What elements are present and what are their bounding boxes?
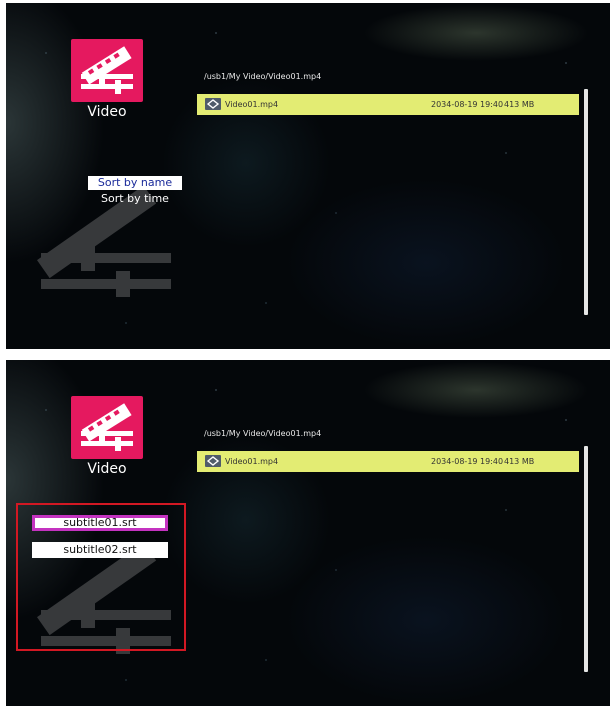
file-row-selected[interactable]: Video01.mp4 2034-08-19 19:40 413 MB [197,451,579,472]
film-reel-icon [81,403,133,451]
file-list-scrollbar[interactable] [584,446,588,672]
file-video-icon [205,455,221,467]
media-browser-screen-sort: Video /usb1/My Video/Video01.mp4 Video01… [6,3,610,349]
file-size: 413 MB [504,100,535,109]
file-name: Video01.mp4 [225,100,279,109]
file-size: 413 MB [504,457,535,466]
file-row-selected[interactable]: Video01.mp4 2034-08-19 19:40 413 MB [197,94,579,115]
video-category-icon[interactable] [71,396,143,459]
category-label: Video [87,104,127,120]
file-date: 2034-08-19 19:40 [431,100,504,109]
sort-by-time-option[interactable]: Sort by time [88,192,182,206]
media-browser-screen-subtitles: Video /usb1/My Video/Video01.mp4 Video01… [6,360,610,706]
film-reel-icon [81,46,133,94]
file-list-scrollbar[interactable] [584,89,588,315]
subtitle-option-1[interactable]: subtitle01.srt [32,515,168,531]
breadcrumb-path: /usb1/My Video/Video01.mp4 [204,72,322,81]
category-label: Video [87,461,127,477]
sort-by-name-option[interactable]: Sort by name [88,176,182,190]
file-video-icon [205,98,221,110]
breadcrumb-path: /usb1/My Video/Video01.mp4 [204,429,322,438]
file-name: Video01.mp4 [225,457,279,466]
video-category-icon[interactable] [71,39,143,102]
file-date: 2034-08-19 19:40 [431,457,504,466]
subtitle-option-2[interactable]: subtitle02.srt [32,542,168,558]
